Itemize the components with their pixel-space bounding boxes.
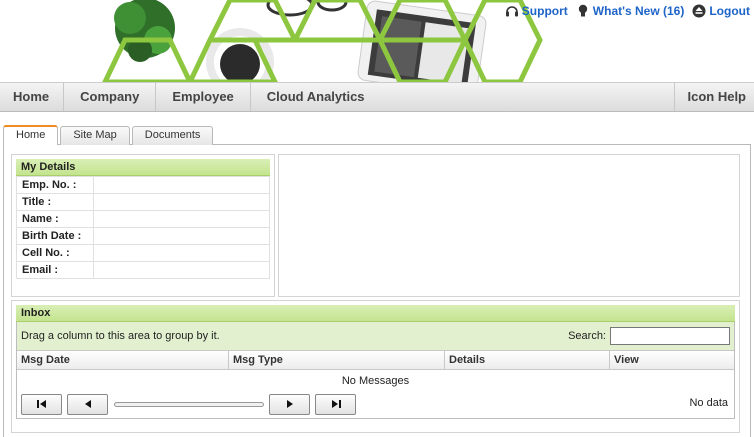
column-details[interactable]: Details <box>445 351 610 369</box>
plant-image <box>114 0 175 62</box>
inbox-panel: Inbox Drag a column to this area to grou… <box>11 300 740 433</box>
support-label: Support <box>521 4 568 18</box>
logout-label: Logout <box>709 4 750 18</box>
next-page-button[interactable] <box>269 393 310 415</box>
detail-row: Email : <box>16 261 270 279</box>
column-msg-date[interactable]: Msg Date <box>17 351 229 369</box>
inbox-title: Inbox <box>16 305 735 322</box>
my-details-panel: My Details Emp. No. : Title : Name : Bir… <box>11 154 275 297</box>
first-page-button[interactable] <box>21 393 62 415</box>
detail-label: Birth Date : <box>16 227 94 245</box>
column-msg-type[interactable]: Msg Type <box>229 351 445 369</box>
my-details-table: Emp. No. : Title : Name : Birth Date : C… <box>16 176 270 279</box>
nav-company[interactable]: Company <box>64 83 157 111</box>
detail-value <box>93 210 270 228</box>
detail-row: Birth Date : <box>16 227 270 245</box>
top-links: Support What's New (16) Logout <box>501 4 750 18</box>
page-slider[interactable] <box>114 401 264 407</box>
group-hint: Drag a column to this area to group by i… <box>21 330 220 342</box>
detail-value <box>93 261 270 279</box>
detail-value <box>93 227 270 245</box>
tab-strip: Home Site Map Documents <box>3 125 214 145</box>
search-input[interactable] <box>610 327 730 345</box>
inbox-grid: Drag a column to this area to group by i… <box>16 322 735 419</box>
column-view[interactable]: View <box>610 351 734 369</box>
banner-graphic <box>102 0 543 82</box>
pager: No data <box>17 390 734 418</box>
first-page-icon <box>36 400 46 408</box>
tab-documents[interactable]: Documents <box>131 126 214 145</box>
pager-status: No data <box>689 397 728 409</box>
nav-employee[interactable]: Employee <box>156 83 251 111</box>
detail-label: Name : <box>16 210 94 228</box>
headset-icon <box>505 6 518 17</box>
nav-home[interactable]: Home <box>0 83 65 111</box>
group-by-area[interactable]: Drag a column to this area to group by i… <box>17 322 734 350</box>
header-banner: Support What's New (16) Logout <box>0 0 754 82</box>
detail-value <box>93 193 270 211</box>
lightbulb-icon <box>578 4 587 17</box>
whats-new-label: What's New (16) <box>592 4 685 18</box>
detail-row: Name : <box>16 210 270 228</box>
detail-label: Emp. No. : <box>16 176 94 194</box>
detail-row: Title : <box>16 193 270 211</box>
whats-new-link[interactable]: What's New (16) <box>576 4 685 18</box>
empty-panel <box>278 154 740 297</box>
next-page-icon <box>286 400 293 408</box>
prev-page-button[interactable] <box>67 393 108 415</box>
main-nav: Home Company Employee Cloud Analytics Ic… <box>0 82 754 112</box>
tab-home[interactable]: Home <box>3 125 59 145</box>
prev-page-icon <box>84 400 91 408</box>
detail-label: Email : <box>16 261 94 279</box>
empty-message: No Messages <box>341 375 410 387</box>
detail-label: Cell No. : <box>16 244 94 262</box>
detail-row: Cell No. : <box>16 244 270 262</box>
detail-value <box>93 176 270 194</box>
my-details-title: My Details <box>16 159 270 176</box>
detail-value <box>93 244 270 262</box>
tab-site-map[interactable]: Site Map <box>60 126 130 145</box>
last-page-button[interactable] <box>315 393 356 415</box>
last-page-icon <box>331 400 341 408</box>
eject-icon <box>692 4 706 18</box>
detail-row: Emp. No. : <box>16 176 270 194</box>
logout-link[interactable]: Logout <box>692 4 750 18</box>
nav-cloud-analytics[interactable]: Cloud Analytics <box>251 83 381 111</box>
nav-icon-help[interactable]: Icon Help <box>674 83 754 111</box>
support-link[interactable]: Support <box>505 4 568 18</box>
detail-label: Title : <box>16 193 94 211</box>
grid-header: Msg Date Msg Type Details View <box>17 350 734 370</box>
search-label: Search: <box>568 330 606 342</box>
